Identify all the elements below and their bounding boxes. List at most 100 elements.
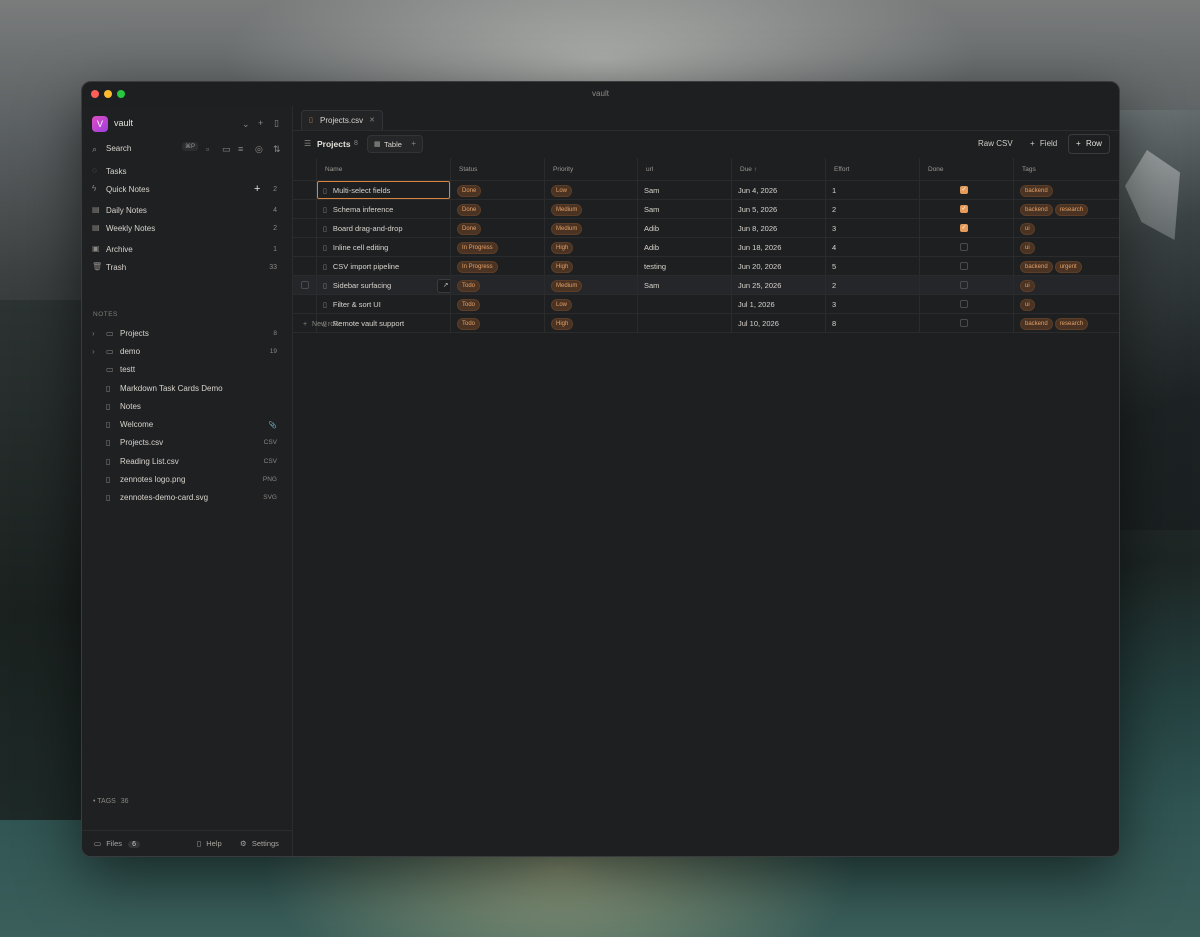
- tree-item-markdown-task-cards-demo[interactable]: ▯ Markdown Task Cards Demo: [92, 383, 277, 397]
- expand-collapse-icon[interactable]: ⇅: [273, 143, 281, 155]
- column-header-effort[interactable]: Effort: [826, 158, 920, 181]
- sidebar-item-daily-notes[interactable]: ▤ Daily Notes 4: [92, 205, 277, 219]
- cell-name[interactable]: ▯ CSV import pipeline: [317, 257, 451, 276]
- column-header-tags[interactable]: Tags: [1014, 158, 1119, 181]
- cell-effort[interactable]: 4: [826, 238, 920, 257]
- cell-status[interactable]: Todo: [451, 314, 545, 333]
- sidebar-item-weekly-notes[interactable]: ▤ Weekly Notes 2: [92, 223, 277, 237]
- cell-url[interactable]: Sam: [638, 200, 732, 219]
- cell-effort[interactable]: 8: [826, 314, 920, 333]
- cell-name[interactable]: ▯ Sidebar surfacing ↗ Open: [317, 276, 451, 295]
- add-quick-note-icon[interactable]: +: [254, 183, 260, 195]
- cell-name[interactable]: ▯ Filter & sort UI: [317, 295, 451, 314]
- sidebar-item-trash[interactable]: 🗑 Trash 33: [92, 262, 277, 276]
- cell-tags[interactable]: ui: [1014, 219, 1119, 238]
- close-window-button[interactable]: [91, 90, 99, 98]
- minimize-window-button[interactable]: [104, 90, 112, 98]
- table-row[interactable]: ▯ Filter & sort UI Todo Low Jul 1, 2026 3 ui: [293, 295, 1119, 314]
- tree-item-zennotes-demo-card-svg[interactable]: ▯ zennotes-demo-card.svg SVG: [92, 492, 277, 506]
- done-checkbox[interactable]: [960, 262, 968, 270]
- new-note-icon[interactable]: ▫: [206, 143, 209, 155]
- done-checkbox[interactable]: [960, 281, 968, 289]
- search-button[interactable]: ⌕ Search ⌘P ▫ ▭ ≡ ◎ ⇅: [92, 142, 284, 156]
- cell-done[interactable]: [920, 238, 1014, 257]
- done-checkbox[interactable]: [960, 300, 968, 308]
- done-checkbox[interactable]: ✓: [960, 186, 968, 194]
- cell-due[interactable]: Jun 5, 2026: [732, 200, 826, 219]
- column-header-done[interactable]: Done: [920, 158, 1014, 181]
- cell-priority[interactable]: High: [545, 238, 638, 257]
- cell-tags[interactable]: backend research: [1014, 200, 1119, 219]
- add-icon[interactable]: +: [258, 117, 263, 129]
- column-header-name[interactable]: Name: [317, 158, 451, 181]
- cell-effort[interactable]: 3: [826, 219, 920, 238]
- tree-item-demo[interactable]: › ▭ demo 19: [92, 346, 277, 360]
- cell-priority[interactable]: High: [545, 257, 638, 276]
- cell-url[interactable]: Adib: [638, 219, 732, 238]
- chevron-right-icon[interactable]: ›: [92, 347, 95, 356]
- cell-status[interactable]: Todo: [451, 276, 545, 295]
- cell-done[interactable]: ✓: [920, 219, 1014, 238]
- column-header-due[interactable]: Due ↑: [732, 158, 826, 181]
- tree-item-welcome[interactable]: ▯ Welcome 📎: [92, 419, 277, 433]
- cell-priority[interactable]: Medium: [545, 200, 638, 219]
- sort-icon[interactable]: ≡: [238, 143, 243, 155]
- cell-tags[interactable]: backend urgent: [1014, 257, 1119, 276]
- cell-url[interactable]: testing: [638, 257, 732, 276]
- done-checkbox[interactable]: [960, 243, 968, 251]
- row-select-cell[interactable]: [293, 238, 317, 257]
- cell-due[interactable]: Jun 20, 2026: [732, 257, 826, 276]
- cell-tags[interactable]: backend: [1014, 181, 1119, 200]
- cell-due[interactable]: Jun 25, 2026: [732, 276, 826, 295]
- cell-done[interactable]: ✓: [920, 200, 1014, 219]
- view-tab-table[interactable]: ▦ Table +: [367, 135, 423, 153]
- cell-effort[interactable]: 1: [826, 181, 920, 200]
- tree-item-projects-csv[interactable]: ▯ Projects.csv CSV: [92, 437, 277, 451]
- done-checkbox[interactable]: [960, 319, 968, 327]
- done-checkbox[interactable]: ✓: [960, 205, 968, 213]
- cell-done[interactable]: ✓: [920, 181, 1014, 200]
- sidebar-item-tasks[interactable]: ◌ Tasks: [92, 166, 277, 180]
- new-row-button[interactable]: + New row: [303, 321, 339, 328]
- help-button[interactable]: ▯ Help: [197, 839, 222, 848]
- column-header-url[interactable]: url: [638, 158, 732, 181]
- cell-priority[interactable]: Low: [545, 295, 638, 314]
- table-row[interactable]: ▯ CSV import pipeline In Progress High testi…: [293, 257, 1119, 276]
- done-checkbox[interactable]: ✓: [960, 224, 968, 232]
- cell-effort[interactable]: 2: [826, 276, 920, 295]
- table-row[interactable]: ▯ Schema inference Done Medium Sam Jun 5, 202…: [293, 200, 1119, 219]
- tree-item-zennotes-logo-png[interactable]: ▯ zennotes logo.png PNG: [92, 474, 277, 488]
- cell-url[interactable]: Sam: [638, 276, 732, 295]
- table-row[interactable]: ▯ Multi-select fields Done Low Sam Jun 4, 202…: [293, 181, 1119, 200]
- target-icon[interactable]: ◎: [255, 143, 263, 155]
- add-row-button[interactable]: + Row: [1068, 134, 1110, 154]
- cell-url[interactable]: Adib: [638, 238, 732, 257]
- cell-effort[interactable]: 3: [826, 295, 920, 314]
- sidebar-item-quick-notes[interactable]: ϟ Quick Notes + 2: [92, 183, 277, 198]
- cell-name[interactable]: ▯ Schema inference: [317, 200, 451, 219]
- table-row[interactable]: ▯ Board drag-and-drop Done Medium Adib Jun 8,…: [293, 219, 1119, 238]
- cell-status[interactable]: Todo: [451, 295, 545, 314]
- chevron-down-icon[interactable]: ⌄: [242, 118, 250, 130]
- row-select-cell[interactable]: [293, 219, 317, 238]
- vault-switcher[interactable]: V vault ⌄ + ▯: [92, 116, 284, 134]
- close-icon[interactable]: ✕: [369, 116, 375, 124]
- tree-item-testt[interactable]: ▭ testt: [92, 364, 277, 378]
- cell-done[interactable]: [920, 295, 1014, 314]
- cell-due[interactable]: Jun 8, 2026: [732, 219, 826, 238]
- cell-effort[interactable]: 2: [826, 200, 920, 219]
- row-select-cell[interactable]: [293, 200, 317, 219]
- tree-item-reading-list-csv[interactable]: ▯ Reading List.csv CSV: [92, 456, 277, 470]
- sidebar-item-archive[interactable]: ▣ Archive 1: [92, 244, 277, 258]
- cell-priority[interactable]: Medium: [545, 219, 638, 238]
- cell-due[interactable]: Jun 18, 2026: [732, 238, 826, 257]
- cell-done[interactable]: [920, 257, 1014, 276]
- row-select-cell[interactable]: [293, 276, 317, 295]
- cell-due[interactable]: Jul 10, 2026: [732, 314, 826, 333]
- cell-url[interactable]: Sam: [638, 181, 732, 200]
- cell-tags[interactable]: backend research: [1014, 314, 1119, 333]
- cell-name[interactable]: ▯ Inline cell editing: [317, 238, 451, 257]
- row-checkbox[interactable]: [301, 281, 309, 289]
- table-row[interactable]: ▯ Inline cell editing In Progress High Adib J…: [293, 238, 1119, 257]
- cell-status[interactable]: In Progress: [451, 238, 545, 257]
